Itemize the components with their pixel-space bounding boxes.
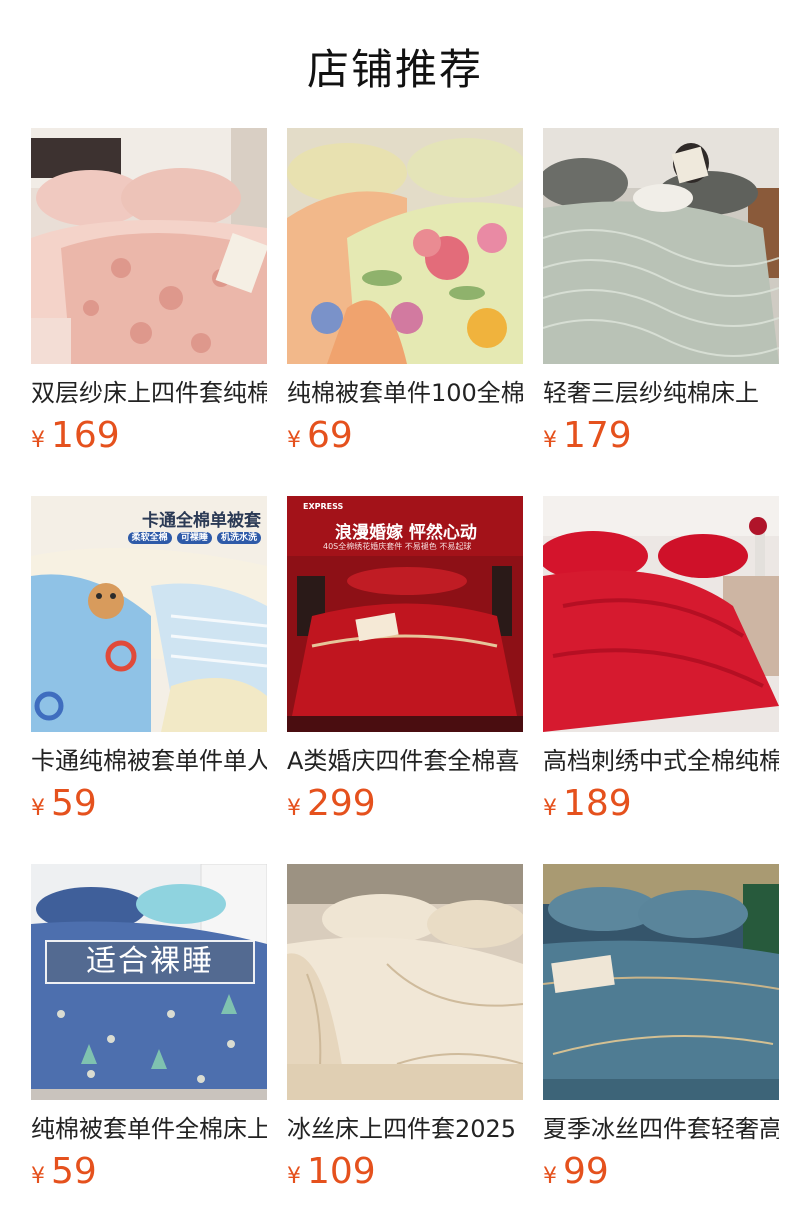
price-value: 189 <box>563 783 632 824</box>
product-price: ¥59 <box>31 1150 97 1200</box>
product-image[interactable]: 适合裸睡 <box>31 864 267 1100</box>
price-value: 109 <box>307 1151 376 1192</box>
product-card[interactable]: 卡通全棉单被套 柔软全棉 可裸睡 机洗水洗 卡通纯棉被套单件单人 ¥59 <box>31 496 267 864</box>
price-value: 59 <box>51 783 97 824</box>
product-card[interactable]: 夏季冰丝四件套轻奢高 ¥99 <box>543 864 779 1232</box>
price-value: 169 <box>51 415 120 456</box>
price-value: 299 <box>307 783 376 824</box>
currency-symbol: ¥ <box>287 428 301 453</box>
price-value: 99 <box>563 1151 609 1192</box>
product-card[interactable]: 高档刺绣中式全棉纯棉 ¥189 <box>543 496 779 864</box>
product-card[interactable]: 纯棉被套单件100全棉 ¥69 <box>287 128 523 496</box>
product-card[interactable]: 双层纱床上四件套纯棉 ¥169 <box>31 128 267 496</box>
banner-title: 卡通全棉单被套 <box>142 511 261 531</box>
price-value: 179 <box>563 415 632 456</box>
product-name[interactable]: 高档刺绣中式全棉纯棉 <box>543 744 779 778</box>
product-image[interactable] <box>287 128 523 364</box>
currency-symbol: ¥ <box>543 796 557 821</box>
product-image[interactable] <box>543 128 779 364</box>
currency-symbol: ¥ <box>31 1164 45 1189</box>
product-price: ¥179 <box>543 414 632 464</box>
product-image[interactable] <box>287 864 523 1100</box>
product-card[interactable]: 轻奢三层纱纯棉床上 ¥179 <box>543 128 779 496</box>
banner-tag: 可裸睡 <box>176 532 212 544</box>
product-price: ¥109 <box>287 1150 376 1200</box>
currency-symbol: ¥ <box>31 428 45 453</box>
product-name[interactable]: 冰丝床上四件套2025 <box>287 1112 523 1146</box>
product-price: ¥59 <box>31 782 97 832</box>
page-title: 店铺推荐 <box>306 45 483 94</box>
product-name[interactable]: 纯棉被套单件全棉床上 <box>31 1112 267 1146</box>
currency-symbol: ¥ <box>31 796 45 821</box>
price-value: 69 <box>307 415 353 456</box>
currency-symbol: ¥ <box>543 1164 557 1189</box>
product-price: ¥99 <box>543 1150 609 1200</box>
price-value: 59 <box>51 1151 97 1192</box>
product-name[interactable]: A类婚庆四件套全棉喜 <box>287 744 523 778</box>
product-image[interactable]: EXPRESS 浪漫婚嫁 怦然心动 40S全棉绣花婚庆套件 不易褪色 不易起球 <box>287 496 523 732</box>
banner-tags: 柔软全棉 可裸睡 机洗水洗 <box>126 530 261 544</box>
currency-symbol: ¥ <box>543 428 557 453</box>
product-image[interactable] <box>543 496 779 732</box>
banner-tag: 机洗水洗 <box>216 532 261 544</box>
product-name[interactable]: 纯棉被套单件100全棉 <box>287 376 523 410</box>
product-card[interactable]: 冰丝床上四件套2025 ¥109 <box>287 864 523 1232</box>
product-name[interactable]: 卡通纯棉被套单件单人 <box>31 744 267 778</box>
product-image[interactable] <box>31 128 267 364</box>
product-grid: 双层纱床上四件套纯棉 ¥169 纯棉被套单件100全棉 ¥ 69 轻奢三层纱纯棉… <box>31 128 779 1232</box>
product-name[interactable]: 双层纱床上四件套纯棉 <box>31 376 267 410</box>
product-name[interactable]: 轻奢三层纱纯棉床上 <box>543 376 779 410</box>
banner-title: 浪漫婚嫁 怦然心动 <box>335 523 477 543</box>
recommend-page: 店铺推荐 双层纱床上四件套纯棉 ¥ 169 纯棉被套单件100全棉 ¥ 69 轻… <box>0 0 790 1232</box>
currency-symbol: ¥ <box>287 1164 301 1189</box>
product-price: ¥189 <box>543 782 632 832</box>
banner-subtitle: 40S全棉绣花婚庆套件 不易褪色 不易起球 <box>323 542 472 551</box>
product-price: ¥299 <box>287 782 376 832</box>
product-image[interactable] <box>543 864 779 1100</box>
product-card[interactable]: 适合裸睡 纯棉被套单件全棉床上 ¥59 <box>31 864 267 1232</box>
banner-tag: 柔软全棉 <box>127 532 172 544</box>
product-card[interactable]: EXPRESS 浪漫婚嫁 怦然心动 40S全棉绣花婚庆套件 不易褪色 不易起球 … <box>287 496 523 864</box>
product-image[interactable]: 卡通全棉单被套 柔软全棉 可裸睡 机洗水洗 <box>31 496 267 732</box>
banner-logo: EXPRESS <box>303 502 344 511</box>
product-price: ¥69 <box>287 414 353 464</box>
promo-badge: 适合裸睡 <box>45 940 255 984</box>
currency-symbol: ¥ <box>287 796 301 821</box>
product-name[interactable]: 夏季冰丝四件套轻奢高 <box>543 1112 779 1146</box>
product-price: ¥169 <box>31 414 120 464</box>
